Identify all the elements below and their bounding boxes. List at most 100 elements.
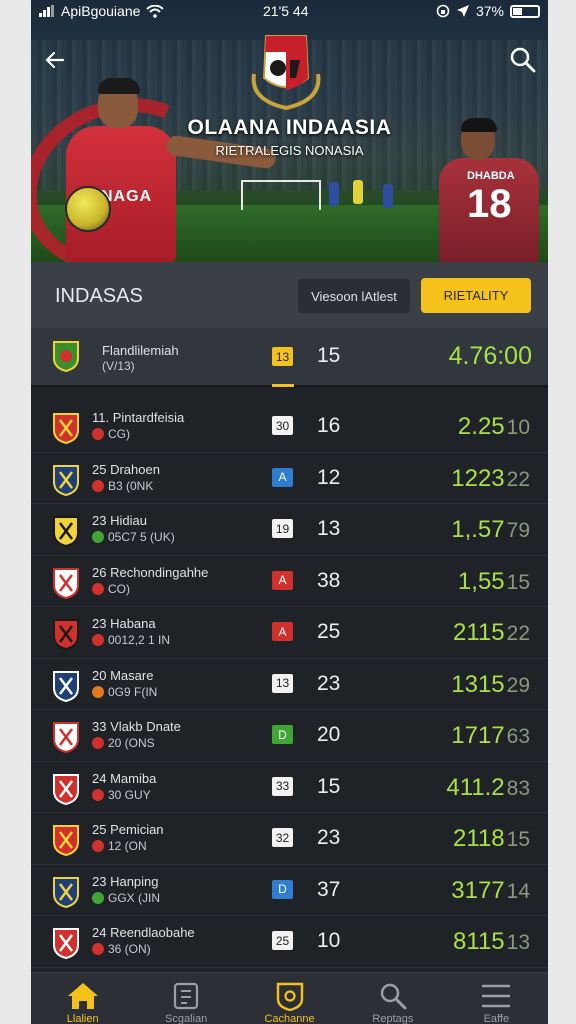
document-icon xyxy=(174,982,199,1010)
team-meta: 30 GUY xyxy=(92,788,151,802)
nav-item-challenge[interactable]: Cachanne xyxy=(238,973,341,1024)
team-number: 23 xyxy=(317,826,341,849)
nav-item-home[interactable]: Llalien xyxy=(31,973,134,1024)
team-number: 23 xyxy=(317,671,341,695)
team-name: 20 Masare xyxy=(92,667,154,683)
team-name: 23 Habana xyxy=(92,616,156,631)
team-logo-icon xyxy=(53,722,79,753)
featured-row[interactable]: Flandlilemiah (V/13) 13 15 4.76:00 xyxy=(31,328,548,388)
team-meta-text: 0G9 F(IN xyxy=(108,684,158,699)
team-score: 211522 xyxy=(453,619,530,647)
score-main: 1717 xyxy=(451,722,505,749)
status-dot-icon xyxy=(92,943,104,955)
rank-badge: D xyxy=(272,879,293,899)
team-logo-icon xyxy=(53,619,79,650)
team-name: 24 Mamiba xyxy=(92,770,157,786)
table-row[interactable]: 33 Vlakb Dnate 20 (ONS D 20 171763 xyxy=(31,710,548,762)
team-meta-text: 12 (ON xyxy=(108,839,147,853)
status-dot-icon xyxy=(92,634,104,646)
background-player xyxy=(329,182,339,206)
status-dot-icon xyxy=(92,788,104,801)
team-number: 25 xyxy=(317,620,341,643)
team-meta: B3 (0NK xyxy=(92,479,153,493)
signal-icon xyxy=(39,5,54,17)
table-row[interactable]: 20 Masare 0G9 F(IN 13 23 131529 xyxy=(31,659,548,710)
badge-icon xyxy=(276,982,303,1011)
active-indicator xyxy=(272,384,294,387)
score-main: 2115 xyxy=(453,619,505,646)
team-meta-text: GGX (JIN xyxy=(108,890,161,905)
nav-label: Reptags xyxy=(372,1013,414,1024)
table-row[interactable]: 24 Mamiba 30 GUY 33 15 411.283 xyxy=(31,762,548,813)
table-row[interactable]: 24 Reendlaobahe 36 (ON) 25 10 811513 xyxy=(31,916,548,968)
team-name: 33 Vlakb Dnate xyxy=(92,719,181,734)
rank-badge: A xyxy=(272,467,293,487)
score-secondary: 10 xyxy=(506,416,530,439)
team-logo-icon xyxy=(53,928,79,959)
nav-item-reports[interactable]: Reptags xyxy=(341,973,444,1024)
rank-badge: 32 xyxy=(272,828,293,847)
team-meta-text: 36 (ON) xyxy=(108,942,151,956)
table-row[interactable]: 23 Hidiau 05C7 5 (UK) 19 13 1,.5779 xyxy=(31,504,548,556)
wifi-icon xyxy=(146,4,165,18)
team-logo-icon xyxy=(53,876,79,908)
score-secondary: 13 xyxy=(506,931,530,954)
standings-list: 11. Pintardfeisia CG) 30 16 2.2510 25 Drahoen… xyxy=(31,401,548,968)
team-meta: CO) xyxy=(92,582,130,596)
team-number: 16 xyxy=(317,414,341,437)
table-row[interactable]: 23 Hanping GGX (JIN D 37 317714 xyxy=(31,865,548,916)
team-meta-text: 0012,2 1 IN xyxy=(108,633,171,647)
team-score: 411.283 xyxy=(446,774,530,802)
team-name: 25 Drahoen xyxy=(92,461,160,477)
team-score: 1,.5779 xyxy=(451,516,530,544)
score-main: 1223 xyxy=(451,464,505,492)
table-row[interactable]: 25 Pemician 12 (ON 32 23 211815 xyxy=(31,813,548,865)
score-main: 411.2 xyxy=(446,773,505,801)
app-screen: NAGA DHABDA 18 OLAANA INDAASIA RIETRALEG… xyxy=(31,0,548,1024)
nav-item-more[interactable]: Eaffe xyxy=(445,973,548,1024)
back-arrow-icon[interactable] xyxy=(43,48,67,72)
score-secondary: 63 xyxy=(506,725,530,748)
team-logo-icon xyxy=(53,516,79,547)
team-number: 13 xyxy=(317,517,341,540)
hero-subtitle: RIETRALEGIS NONASIA xyxy=(215,143,364,158)
table-row[interactable]: 11. Pintardfeisia CG) 30 16 2.2510 xyxy=(31,401,548,453)
nav-item-schedule[interactable]: Scgalian xyxy=(134,973,237,1024)
status-dot-icon xyxy=(92,891,104,904)
table-row[interactable]: 26 Rechondingahhe CO) A 38 1,5515 xyxy=(31,556,548,607)
status-dot-icon xyxy=(92,428,104,440)
search-icon[interactable] xyxy=(509,46,537,74)
score-main: 1,55 xyxy=(457,567,505,595)
team-score: 317714 xyxy=(451,877,530,905)
player-image-right: DHABDA 18 xyxy=(431,118,541,262)
status-dot-icon xyxy=(92,531,104,543)
team-crest-icon xyxy=(251,35,321,110)
rank-badge: A xyxy=(272,622,293,641)
table-row[interactable]: 25 Drahoen B3 (0NK A 12 122322 xyxy=(31,453,548,504)
carrier-name: ApiBgouiane xyxy=(61,3,141,19)
status-time: 21'5 44 xyxy=(263,3,309,19)
goal-post xyxy=(241,180,321,210)
search-icon xyxy=(380,983,407,1010)
primary-filter-button[interactable]: RIETALITY xyxy=(421,278,531,313)
score-secondary: 15 xyxy=(506,828,530,851)
team-number: 10 xyxy=(317,929,341,952)
team-meta: 05C7 5 (UK) xyxy=(92,530,175,544)
team-meta: 36 (ON) xyxy=(92,942,151,956)
filter-button[interactable]: Viesoon lAtlest xyxy=(298,279,410,313)
team-number: 12 xyxy=(317,465,341,489)
rank-badge: D xyxy=(272,725,293,744)
team-number: 20 xyxy=(317,723,341,746)
team-meta: CG) xyxy=(92,427,130,441)
table-row[interactable]: 23 Habana 0012,2 1 IN A 25 211522 xyxy=(31,607,548,659)
team-meta-text: CO) xyxy=(108,581,130,596)
background-player xyxy=(353,180,363,204)
nav-label: Llalien xyxy=(66,1013,99,1024)
hero-banner: NAGA DHABDA 18 OLAANA INDAASIA RIETRALEG… xyxy=(31,0,548,262)
score-secondary: 83 xyxy=(506,776,530,800)
rank-badge: 13 xyxy=(272,347,293,366)
menu-icon xyxy=(482,984,511,1008)
team-meta-text: CG) xyxy=(108,427,130,441)
status-dot-icon xyxy=(92,582,104,595)
status-dot-icon xyxy=(92,479,104,492)
